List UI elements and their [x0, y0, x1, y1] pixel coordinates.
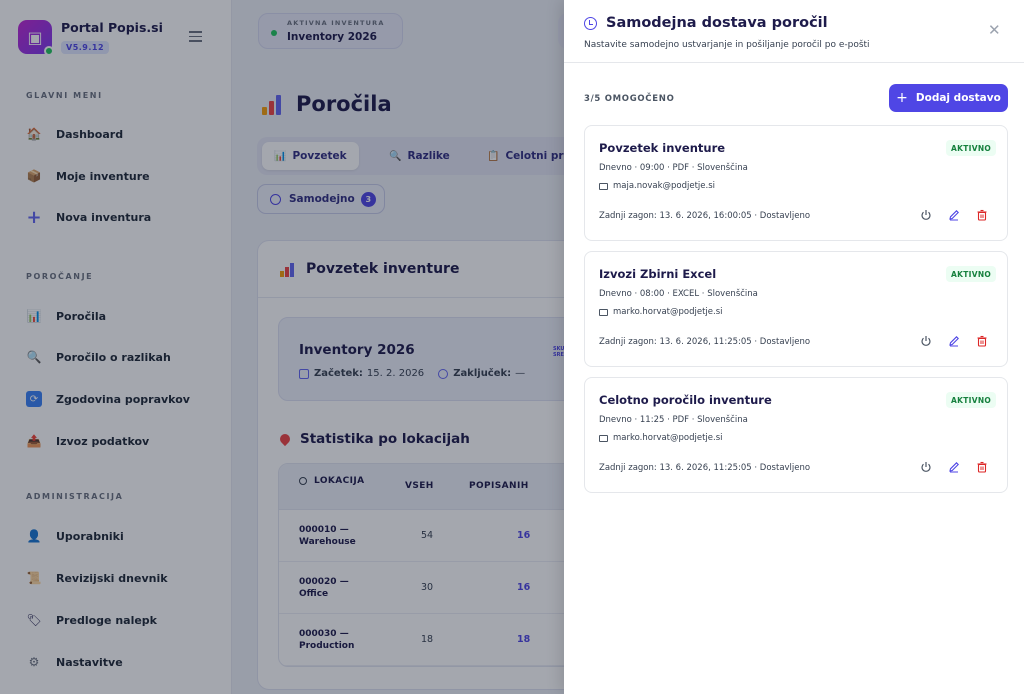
delivery-card: Povzetek inventure AKTIVNO Dnevno · 09:0…	[584, 125, 1008, 241]
status-badge: AKTIVNO	[946, 392, 997, 408]
edit-icon[interactable]	[947, 208, 961, 222]
power-toggle-icon[interactable]	[919, 208, 933, 222]
add-delivery-label: Dodaj dostavo	[915, 92, 1001, 104]
drawer-title-text: Samodejna dostava poročil	[606, 15, 828, 31]
divider	[564, 62, 1024, 63]
last-run: Zadnji zagon: 13. 6. 2026, 16:00:05 · Do…	[599, 211, 811, 221]
mail-icon	[599, 182, 608, 190]
delivery-schedule: Dnevno · 09:00 · PDF · Slovenščina	[599, 163, 748, 173]
status-badge: AKTIVNO	[946, 266, 997, 282]
delivery-email: marko.horvat@podjetje.si	[599, 307, 723, 317]
mail-icon	[599, 434, 608, 442]
delivery-schedule: Dnevno · 11:25 · PDF · Slovenščina	[599, 415, 748, 425]
delivery-name: Celotno poročilo inventure	[599, 393, 772, 407]
delivery-email: maja.novak@podjetje.si	[599, 181, 715, 191]
auto-delivery-drawer: Samodejna dostava poročil Nastavite samo…	[564, 0, 1024, 694]
email-text: marko.horvat@podjetje.si	[613, 433, 723, 443]
email-text: marko.horvat@podjetje.si	[613, 307, 723, 317]
mail-icon	[599, 308, 608, 316]
edit-icon[interactable]	[947, 334, 961, 348]
last-run: Zadnji zagon: 13. 6. 2026, 11:25:05 · Do…	[599, 337, 811, 347]
trash-icon[interactable]	[975, 208, 989, 222]
plus-icon: +	[896, 90, 908, 106]
delivery-card: Celotno poročilo inventure AKTIVNO Dnevn…	[584, 377, 1008, 493]
delivery-schedule: Dnevno · 08:00 · EXCEL · Slovenščina	[599, 289, 758, 299]
drawer-title: Samodejna dostava poročil	[584, 15, 828, 31]
last-run: Zadnji zagon: 13. 6. 2026, 11:25:05 · Do…	[599, 463, 811, 473]
delivery-email: marko.horvat@podjetje.si	[599, 433, 723, 443]
trash-icon[interactable]	[975, 460, 989, 474]
add-delivery-button[interactable]: + Dodaj dostavo	[889, 84, 1008, 112]
delivery-card: Izvozi Zbirni Excel AKTIVNO Dnevno · 08:…	[584, 251, 1008, 367]
email-text: maja.novak@podjetje.si	[613, 181, 716, 191]
clock-icon	[584, 16, 597, 30]
status-badge: AKTIVNO	[946, 140, 997, 156]
delivery-name: Izvozi Zbirni Excel	[599, 267, 717, 281]
drawer-subtitle: Nastavite samodejno ustvarjanje in pošil…	[584, 40, 870, 50]
power-toggle-icon[interactable]	[919, 460, 933, 474]
edit-icon[interactable]	[947, 460, 961, 474]
modal-backdrop[interactable]	[0, 0, 564, 694]
close-icon[interactable]: ✕	[988, 23, 1001, 38]
delivery-name: Povzetek inventure	[599, 141, 726, 155]
trash-icon[interactable]	[975, 334, 989, 348]
power-toggle-icon[interactable]	[919, 334, 933, 348]
enabled-count: 3/5 OMOGOČENO	[584, 94, 675, 104]
